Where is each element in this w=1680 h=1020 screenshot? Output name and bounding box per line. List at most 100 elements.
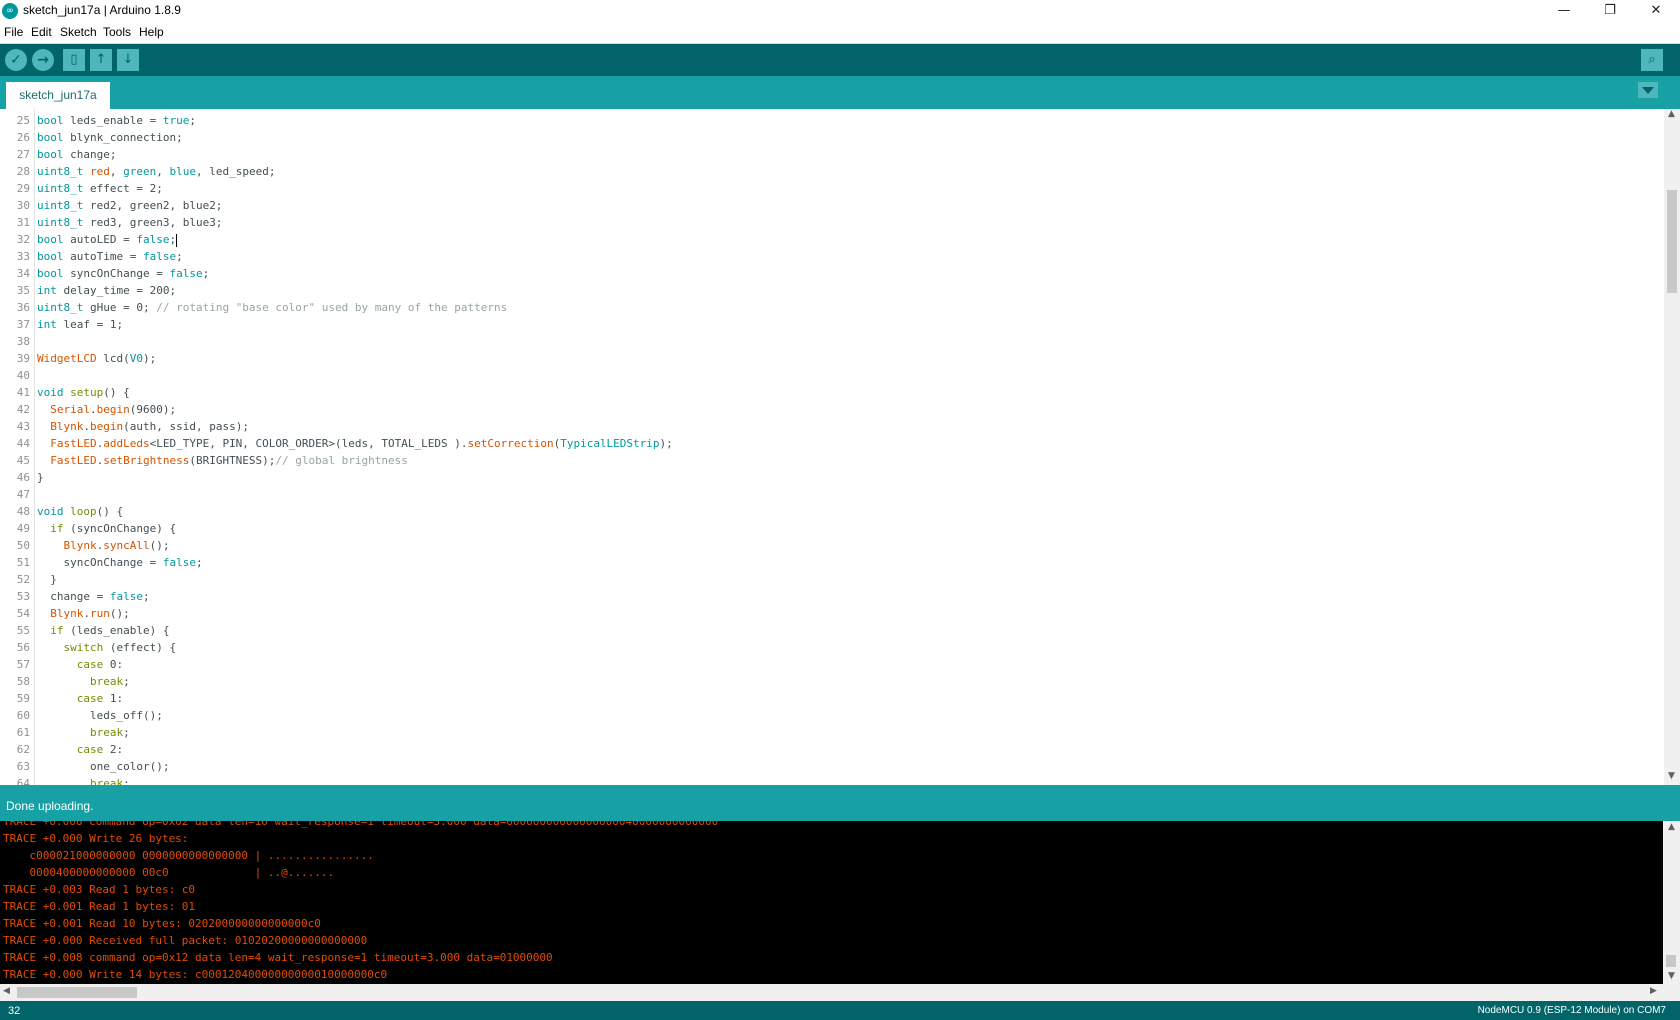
code-text[interactable]: Blynk.syncAll(); bbox=[37, 537, 170, 554]
code-text[interactable]: change = false; bbox=[37, 588, 149, 605]
scroll-thumb[interactable] bbox=[1666, 955, 1676, 967]
scroll-down-icon[interactable]: ▼ bbox=[1668, 771, 1675, 781]
code-line[interactable]: 33 bool autoTime = false; bbox=[0, 248, 1660, 265]
code-line[interactable]: 35 int delay_time = 200; bbox=[0, 282, 1660, 299]
code-text[interactable]: one_color(); bbox=[37, 758, 169, 775]
open-sketch-button[interactable]: ↑ bbox=[90, 49, 112, 71]
code-line[interactable]: 58 break; bbox=[0, 673, 1660, 690]
code-text[interactable]: uint8_t red2, green2, blue2; bbox=[37, 197, 222, 214]
code-line[interactable]: 38 bbox=[0, 333, 1660, 350]
code-line[interactable]: 25 bool leds_enable = true; bbox=[0, 112, 1660, 129]
code-line[interactable]: 51 syncOnChange = false; bbox=[0, 554, 1660, 571]
console-horizontal-scrollbar[interactable]: ◀ ▶ bbox=[0, 984, 1663, 1001]
code-line[interactable]: 52 } bbox=[0, 571, 1660, 588]
code-text[interactable]: uint8_t gHue = 0; // rotating "base colo… bbox=[37, 299, 507, 316]
code-line[interactable]: 44 FastLED.addLeds<LED_TYPE, PIN, COLOR_… bbox=[0, 435, 1660, 452]
code-line[interactable]: 36 uint8_t gHue = 0; // rotating "base co… bbox=[0, 299, 1660, 316]
code-line[interactable]: 62 case 2: bbox=[0, 741, 1660, 758]
code-text[interactable]: break; bbox=[37, 724, 130, 741]
save-sketch-button[interactable]: ↓ bbox=[117, 49, 139, 71]
code-line[interactable]: 49 if (syncOnChange) { bbox=[0, 520, 1660, 537]
menu-file[interactable]: File bbox=[4, 25, 23, 39]
scroll-up-icon[interactable]: ▲ bbox=[1668, 822, 1675, 832]
code-text[interactable]: switch (effect) { bbox=[37, 639, 177, 656]
scroll-right-icon[interactable]: ▶ bbox=[1650, 986, 1657, 996]
code-line[interactable]: 27 bool change; bbox=[0, 146, 1660, 163]
code-line[interactable]: 48 void loop() { bbox=[0, 503, 1660, 520]
scroll-left-icon[interactable]: ◀ bbox=[3, 986, 10, 996]
code-text[interactable]: if (leds_enable) { bbox=[37, 622, 169, 639]
scroll-thumb[interactable] bbox=[1667, 190, 1677, 293]
code-text[interactable]: void setup() { bbox=[37, 384, 130, 401]
code-text[interactable]: int delay_time = 200; bbox=[37, 282, 176, 299]
menu-help[interactable]: Help bbox=[139, 25, 164, 39]
code-line[interactable]: 42 Serial.begin(9600); bbox=[0, 401, 1660, 418]
code-line[interactable]: 26 bool blynk_connection; bbox=[0, 129, 1660, 146]
code-text[interactable]: uint8_t red, green, blue, led_speed; bbox=[37, 163, 275, 180]
scroll-up-icon[interactable]: ▲ bbox=[1668, 109, 1675, 119]
menu-sketch[interactable]: Sketch bbox=[60, 25, 97, 39]
tab-sketch[interactable]: sketch_jun17a bbox=[6, 82, 110, 109]
code-text[interactable]: case 0: bbox=[37, 656, 123, 673]
code-line[interactable]: 39 WidgetLCD lcd(V0); bbox=[0, 350, 1660, 367]
code-text[interactable]: WidgetLCD lcd(V0); bbox=[37, 350, 156, 367]
code-line[interactable]: 61 break; bbox=[0, 724, 1660, 741]
code-text[interactable]: break; bbox=[37, 775, 130, 785]
serial-monitor-button[interactable]: ⌕ bbox=[1641, 49, 1663, 71]
upload-button[interactable]: → bbox=[32, 49, 54, 71]
code-line[interactable]: 55 if (leds_enable) { bbox=[0, 622, 1660, 639]
code-text[interactable]: void loop() { bbox=[37, 503, 123, 520]
code-line[interactable]: 45 FastLED.setBrightness(BRIGHTNESS);// … bbox=[0, 452, 1660, 469]
code-line[interactable]: 29 uint8_t effect = 2; bbox=[0, 180, 1660, 197]
code-text[interactable]: bool blynk_connection; bbox=[37, 129, 183, 146]
code-line[interactable]: 34 bool syncOnChange = false; bbox=[0, 265, 1660, 282]
code-line[interactable]: 31 uint8_t red3, green3, blue3; bbox=[0, 214, 1660, 231]
code-text[interactable]: Blynk.run(); bbox=[37, 605, 130, 622]
code-line[interactable]: 43 Blynk.begin(auth, ssid, pass); bbox=[0, 418, 1660, 435]
close-button[interactable]: ✕ bbox=[1633, 0, 1679, 22]
code-text[interactable]: } bbox=[37, 469, 44, 486]
code-text[interactable]: if (syncOnChange) { bbox=[37, 520, 176, 537]
code-text[interactable]: FastLED.addLeds<LED_TYPE, PIN, COLOR_ORD… bbox=[37, 435, 673, 452]
code-text[interactable]: case 1: bbox=[37, 690, 123, 707]
code-text[interactable]: break; bbox=[37, 673, 130, 690]
code-line[interactable]: 40 bbox=[0, 367, 1660, 384]
code-text[interactable]: bool change; bbox=[37, 146, 116, 163]
code-text[interactable]: bool autoLED = false; bbox=[37, 231, 178, 248]
code-line[interactable]: 37 int leaf = 1; bbox=[0, 316, 1660, 333]
code-text[interactable]: Serial.begin(9600); bbox=[37, 401, 176, 418]
output-console[interactable]: TRACE +0.008 command op=0x02 data len=16… bbox=[0, 821, 1663, 984]
new-sketch-button[interactable]: ▯ bbox=[63, 49, 85, 71]
code-line[interactable]: 56 switch (effect) { bbox=[0, 639, 1660, 656]
code-line[interactable]: 30 uint8_t red2, green2, blue2; bbox=[0, 197, 1660, 214]
code-line[interactable]: 60 leds_off(); bbox=[0, 707, 1660, 724]
code-line[interactable]: 32 bool autoLED = false; bbox=[0, 231, 1660, 248]
code-text[interactable]: case 2: bbox=[37, 741, 123, 758]
code-text[interactable]: } bbox=[37, 571, 57, 588]
code-line[interactable]: 28 uint8_t red, green, blue, led_speed; bbox=[0, 163, 1660, 180]
verify-button[interactable]: ✓ bbox=[5, 49, 27, 71]
code-text[interactable]: leds_off(); bbox=[37, 707, 163, 724]
code-text[interactable]: FastLED.setBrightness(BRIGHTNESS);// glo… bbox=[37, 452, 408, 469]
code-text[interactable]: int leaf = 1; bbox=[37, 316, 123, 333]
code-line[interactable]: 64 break; bbox=[0, 775, 1660, 785]
code-line[interactable]: 57 case 0: bbox=[0, 656, 1660, 673]
code-text[interactable]: bool autoTime = false; bbox=[37, 248, 183, 265]
menu-edit[interactable]: Edit bbox=[31, 25, 52, 39]
code-editor[interactable]: 25 bool leds_enable = true; 26 bool blynk_c… bbox=[0, 109, 1680, 785]
code-text[interactable]: bool syncOnChange = false; bbox=[37, 265, 209, 282]
restore-button[interactable]: ❐ bbox=[1587, 0, 1633, 22]
menu-tools[interactable]: Tools bbox=[103, 25, 131, 39]
code-line[interactable]: 41 void setup() { bbox=[0, 384, 1660, 401]
tab-menu-button[interactable] bbox=[1638, 82, 1658, 98]
code-line[interactable]: 63 one_color(); bbox=[0, 758, 1660, 775]
code-line[interactable]: 50 Blynk.syncAll(); bbox=[0, 537, 1660, 554]
code-text[interactable]: uint8_t effect = 2; bbox=[37, 180, 163, 197]
scroll-thumb[interactable] bbox=[17, 987, 137, 998]
code-text[interactable]: Blynk.begin(auth, ssid, pass); bbox=[37, 418, 249, 435]
console-vertical-scrollbar[interactable]: ▲ ▼ bbox=[1663, 821, 1680, 984]
editor-vertical-scrollbar[interactable]: ▲ ▼ bbox=[1664, 109, 1680, 785]
code-line[interactable]: 59 case 1: bbox=[0, 690, 1660, 707]
minimize-button[interactable]: — bbox=[1541, 0, 1587, 22]
code-line[interactable]: 53 change = false; bbox=[0, 588, 1660, 605]
